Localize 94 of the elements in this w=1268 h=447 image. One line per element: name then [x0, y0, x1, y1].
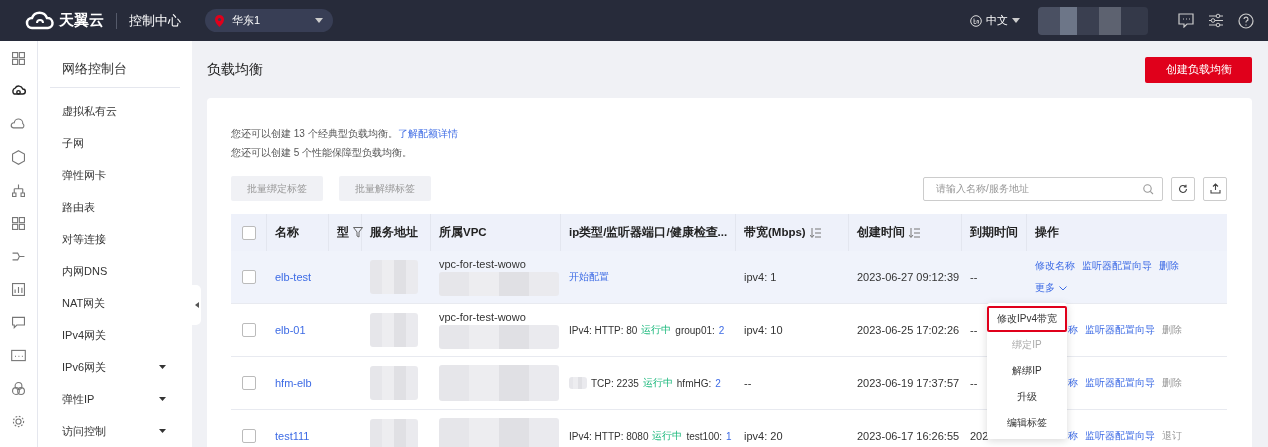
sidebar-item[interactable]: NAT网关 — [50, 287, 180, 319]
count-link[interactable]: 1 — [726, 430, 732, 442]
quota-note: 您还可以创建 5 个性能保障型负载均衡。 — [231, 146, 414, 160]
group-name: test100: — [686, 430, 723, 442]
action-link[interactable]: 监听器配置向导 — [1082, 259, 1152, 273]
caret-icon — [1012, 18, 1020, 23]
checkbox[interactable] — [242, 376, 256, 390]
name-link[interactable]: elb-01 — [275, 324, 306, 336]
status-text: 运行中 — [642, 376, 673, 390]
collapse-handle[interactable] — [192, 285, 201, 325]
menu-item[interactable]: 修改IPv4带宽 — [987, 306, 1067, 332]
created-time-cell: 2023-06-19 17:37:57 — [857, 377, 960, 389]
group-name: group01: — [675, 324, 715, 336]
checkbox[interactable] — [242, 270, 256, 284]
bandwidth-cell: -- — [744, 377, 752, 389]
bandwidth-cell: ipv4: 20 — [744, 430, 783, 442]
status-text: 运行中 — [652, 429, 683, 443]
count-link[interactable]: 2 — [718, 324, 725, 336]
filter-icon[interactable] — [353, 227, 363, 238]
name-link[interactable]: hfm-elb — [275, 377, 312, 389]
console-title: 控制中心 — [129, 11, 181, 30]
action-link[interactable]: 修改名称 — [1035, 259, 1075, 273]
created-time-cell: 2023-06-27 09:12:39 — [857, 271, 960, 283]
language-selector[interactable]: 中文 — [970, 13, 1020, 28]
page-title: 负载均衡 — [207, 60, 263, 79]
caret-icon — [159, 397, 166, 401]
caret-icon — [159, 429, 166, 433]
cloud-logo-icon — [25, 10, 55, 31]
location-pin-icon — [215, 14, 224, 27]
sidebar-item[interactable]: 访问控制 — [50, 415, 180, 447]
checkbox[interactable] — [242, 323, 256, 337]
created-time-cell: 2023-06-25 17:02:26 — [857, 324, 960, 336]
search-icon — [1143, 183, 1154, 195]
batch-tag-button[interactable]: 批量绑定标签 — [231, 176, 323, 201]
count-link[interactable]: 2 — [715, 377, 721, 389]
action-link[interactable]: 监听器配置向导 — [1085, 429, 1155, 443]
quota-note: 您还可以创建 13 个经典型负载均衡。了解配额详情 — [231, 127, 459, 141]
refresh-button[interactable] — [1171, 176, 1195, 201]
help-icon[interactable] — [1238, 12, 1254, 29]
action-link[interactable]: 监听器配置向导 — [1085, 376, 1155, 390]
name-link[interactable]: elb-test — [275, 271, 312, 283]
start-config-link[interactable]: 开始配置 — [569, 270, 609, 284]
sidebar-item[interactable]: 虚拟私有云 — [50, 95, 180, 127]
menu-item[interactable]: 编辑标签 — [988, 410, 1066, 436]
sidebar-item[interactable]: 弹性IP — [50, 383, 180, 415]
caret-left-icon — [194, 302, 199, 308]
vpc-name: vpc-for-test-wowo — [439, 258, 526, 270]
expiry-cell: -- — [970, 377, 978, 389]
column-header: 操作 — [1034, 225, 1060, 240]
more-dropdown[interactable]: 更多 — [1035, 281, 1067, 295]
sort-icon[interactable] — [909, 227, 920, 238]
bandwidth-cell: ipv4: 1 — [744, 271, 777, 283]
created-time-cell: 2023-06-17 16:26:55 — [857, 430, 960, 442]
sidebar-item[interactable]: IPv6网关 — [50, 351, 180, 383]
settings-sliders-icon[interactable] — [1208, 13, 1224, 28]
caret-icon — [315, 18, 323, 23]
listener-info: IPv4: HTTP: 80 — [569, 324, 638, 336]
bandwidth-cell: ipv4: 10 — [744, 324, 783, 336]
checkbox[interactable] — [242, 429, 256, 443]
sidebar-item[interactable]: IPv4网关 — [50, 319, 180, 351]
listener-info: TCP: 2235 — [591, 377, 639, 389]
batch-tag-button[interactable]: 批量解绑标签 — [339, 176, 431, 201]
vpc-name: vpc-for-test-wowo — [439, 311, 526, 323]
quota-details-link[interactable]: 了解配额详情 — [397, 128, 458, 139]
sidebar-item[interactable]: 内网DNS — [50, 255, 180, 287]
create-button[interactable]: 创建负载均衡 — [1145, 56, 1252, 83]
expiry-cell: -- — [970, 271, 978, 283]
sidebar-item[interactable]: 子网 — [50, 127, 180, 159]
name-link[interactable]: test111 — [275, 430, 310, 442]
checkbox[interactable] — [241, 225, 256, 240]
group-name: hfmHG: — [676, 377, 712, 389]
action-link[interactable]: 删除 — [1159, 259, 1179, 273]
expiry-cell: -- — [970, 324, 978, 336]
export-button[interactable] — [1203, 176, 1227, 201]
region-selector[interactable]: 华东1 — [205, 9, 333, 32]
globe-icon — [970, 14, 982, 27]
menu-item[interactable]: 升级 — [988, 384, 1066, 410]
expiry-cell: 202 — [970, 430, 989, 442]
sidebar-title: 网络控制台 — [50, 41, 180, 88]
listener-info: IPv4: HTTP: 8080 — [569, 430, 649, 442]
sidebar-item[interactable]: 路由表 — [50, 191, 180, 223]
search-field[interactable]: 请输入名称/服务地址 — [923, 176, 1163, 201]
upload-icon — [1209, 183, 1221, 194]
chevron-down-icon — [1059, 285, 1067, 291]
caret-icon — [159, 365, 166, 369]
sort-icon[interactable] — [809, 227, 821, 238]
message-icon[interactable] — [1178, 13, 1194, 28]
sidebar-item[interactable]: 弹性网卡 — [50, 159, 180, 191]
action-link[interactable]: 监听器配置向导 — [1085, 323, 1155, 337]
sidebar-item[interactable]: 对等连接 — [50, 223, 180, 255]
menu-item[interactable]: 解绑IP — [988, 358, 1066, 384]
brand-name: 天翼云 — [59, 11, 104, 30]
refresh-icon — [1178, 183, 1188, 194]
status-text: 运行中 — [641, 323, 672, 337]
